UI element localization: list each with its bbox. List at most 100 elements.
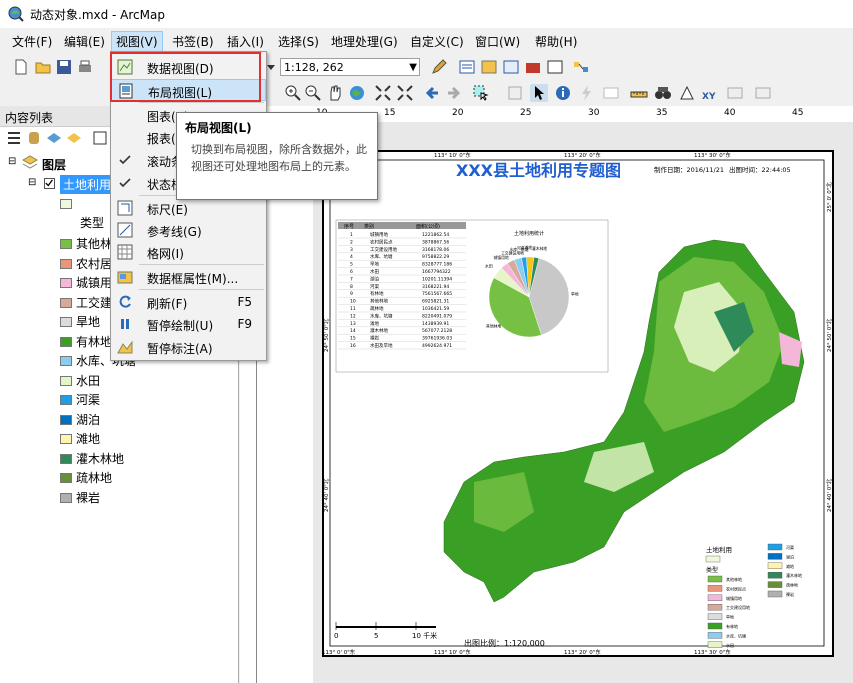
coord-bottom-label: 113° 10' 0"东 [434,648,471,655]
coord-right-label: 25° 0' 0"北 [825,182,832,212]
zoom-in-icon[interactable] [284,84,302,102]
fixed-zoom-out-icon[interactable] [396,84,414,102]
forward-arrow-icon[interactable] [444,84,462,102]
menu-view[interactable]: 视图(V) [111,31,163,52]
map-legend-swatch [767,572,783,579]
layer-collapse-icon[interactable]: ⊟ [28,177,36,188]
toc-legend-swatch[interactable] [60,258,72,269]
coord-left-label: 24° 50' 0"北 [324,318,330,352]
coord-bottom-label: 113° 30' 0"东 [694,648,731,655]
stats-table-cell: 有林地 [370,290,384,297]
table-of-contents-icon[interactable] [458,58,476,76]
python-window-icon[interactable] [546,58,564,76]
back-arrow-icon[interactable] [424,84,442,102]
coord-bottom-label: 113° 0' 0"东 [324,648,356,655]
toc-legend-swatch[interactable] [60,336,72,347]
editor-pencil-icon[interactable] [430,58,448,76]
toc-legend-swatch[interactable] [60,434,72,444]
model-builder-icon[interactable] [572,58,590,76]
menu-windows[interactable]: 窗口(W) [475,33,520,50]
menu-help[interactable]: 帮助(H) [535,33,577,50]
menu-bookmarks[interactable]: 书签(B) [172,33,214,50]
hyperlink-lightning-icon[interactable] [578,84,596,102]
print-icon[interactable] [76,58,94,76]
time-slider-icon[interactable] [726,84,744,102]
menu-customize[interactable]: 自定义(C) [410,33,464,50]
find-binoculars-icon[interactable] [654,84,672,102]
refresh-icon [119,295,131,308]
menu-geoprocessing[interactable]: 地理处理(G) [331,33,398,50]
select-features-icon[interactable] [472,84,490,102]
new-document-icon[interactable] [12,58,30,76]
stats-table-cell: 9 [350,291,353,297]
toc-legend-swatch[interactable] [60,453,72,464]
toc-legend-swatch[interactable] [60,414,72,425]
scale-dropdown-icon[interactable]: ▼ [409,59,417,77]
view-menu-item-11[interactable]: 暂停绘制(U) F9 [111,313,266,335]
clear-selection-icon[interactable] [506,84,524,102]
arctoolbox-icon[interactable] [524,58,542,76]
view-menu-item-6[interactable]: 标尺(E) [111,197,266,219]
menu-separator [139,102,264,103]
scalebar: 0 5 10 千米 [334,622,437,640]
toc-legend-swatch[interactable] [60,297,72,308]
menu-file[interactable]: 文件(F) [12,33,52,50]
layers-label: 图层 [42,158,67,172]
toc-legend-swatch[interactable] [60,395,72,405]
toc-legend-swatch[interactable] [60,492,72,503]
stats-table-cell: 10 [350,299,356,305]
view-menu-item-12[interactable]: 暂停标注(A) [111,336,266,358]
full-extent-globe-icon[interactable] [348,84,366,102]
zoom-out-icon[interactable] [304,84,322,102]
map-legend-label: 疏林地 [786,582,798,588]
toc-legend-swatch[interactable] [60,356,72,366]
stats-table-header: 类别 [364,223,374,230]
list-by-drawing-order-icon[interactable] [6,130,22,146]
toc-legend-swatch[interactable] [60,239,72,249]
layers-collapse-icon[interactable]: ⊟ [8,156,16,167]
map-legend-label: 灌木林地 [786,572,802,578]
options-icon[interactable] [92,130,108,146]
go-to-xy-icon[interactable]: XY [700,84,718,102]
map-legend-label: 农村居民点 [726,585,746,591]
toc-legend-swatch[interactable] [60,317,72,327]
pan-hand-icon[interactable] [326,84,344,102]
open-folder-icon[interactable] [34,58,52,76]
find-route-icon[interactable] [678,84,696,102]
map-scale-input[interactable]: 1:128, 262 ▼ [280,58,420,76]
identify-icon[interactable] [554,84,572,102]
save-icon[interactable] [55,58,73,76]
list-by-visibility-icon[interactable] [46,130,62,146]
search-window-icon[interactable] [502,58,520,76]
view-menu-item-7[interactable]: 参考线(G) [111,219,266,241]
toc-legend-swatch[interactable] [60,278,72,288]
html-popup-icon[interactable] [602,84,620,102]
list-by-source-icon[interactable] [26,130,42,146]
create-viewer-window-icon[interactable] [754,84,772,102]
menu-selection[interactable]: 选择(S) [278,33,319,50]
stats-table-cell: 12 [350,313,356,319]
view-menu-item-10[interactable]: 刷新(F) F5 [111,291,266,313]
view-menu-item-8[interactable]: 格网(I) [111,241,266,263]
stats-table-cell: 水库、坑塘 [370,253,393,260]
catalog-icon[interactable] [480,58,498,76]
layer-name[interactable]: 土地利用 [60,175,115,194]
layer-visibility-checkbox[interactable] [44,178,55,189]
select-elements-arrow-icon[interactable] [530,84,548,102]
map-data-frame[interactable]: XXX县土地利用专题图 制作日期：2016/11/21 出图时间：22:44:0… [322,150,834,657]
menu-edit[interactable]: 编辑(E) [64,33,105,50]
stats-table-cell: 城镇用地 [370,231,388,238]
stats-table-cell: 水田及旱地 [370,342,393,349]
check-icon [119,155,131,165]
toc-legend-swatch[interactable] [60,375,72,386]
view-menu-item-label: 格网(I) [147,247,184,261]
fixed-zoom-in-icon[interactable] [374,84,392,102]
list-by-selection-icon[interactable] [66,130,82,146]
toc-legend-swatch[interactable] [60,473,72,483]
map-legend-label: 裸岩 [786,591,794,597]
map-legend-label: 工交建设用地 [726,604,750,610]
menu-insert[interactable]: 插入(I) [227,33,264,50]
view-menu-item-9[interactable]: 数据框属性(M)... [111,266,266,288]
measure-icon[interactable] [630,84,648,102]
window-title: 动态对象.mxd - ArcMap [30,8,165,22]
